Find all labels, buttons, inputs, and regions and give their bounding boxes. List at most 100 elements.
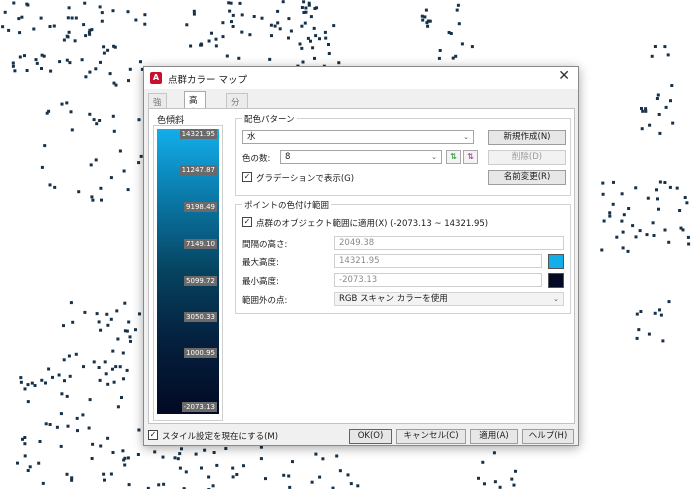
point-cloud-dot	[127, 79, 130, 83]
apply-button[interactable]: 適用(A)	[470, 429, 518, 444]
point-cloud-dot	[184, 470, 188, 474]
ramp-tick-label: 7149.10	[184, 239, 217, 249]
swap-colors-icon[interactable]: ⇅	[463, 150, 478, 164]
point-cloud-dot	[125, 329, 129, 333]
point-cloud-dot	[114, 83, 118, 87]
help-button[interactable]: ヘルプ(H)	[522, 429, 574, 444]
elevation-pane: 色傾斜 14321.95 11247.87 9198.49 7149.10 50…	[148, 108, 575, 424]
delete-scheme-button[interactable]: 削除(D)	[488, 150, 566, 165]
point-cloud-dot	[282, 473, 286, 477]
point-cloud-dot	[456, 3, 460, 7]
point-cloud-dot	[650, 54, 654, 58]
max-elevation-input[interactable]: 14321.95	[334, 254, 542, 268]
point-cloud-dot	[137, 118, 141, 122]
point-cloud-dot	[1, 25, 5, 29]
point-cloud-dot	[288, 485, 292, 489]
outside-range-select[interactable]: RGB スキャン カラーを使用 ⌄	[334, 292, 564, 306]
point-cloud-dot	[686, 235, 690, 239]
chevron-down-icon: ⌄	[463, 133, 469, 141]
point-cloud-dot	[626, 249, 630, 253]
point-cloud-dot	[483, 482, 486, 486]
point-cloud-dot	[327, 52, 331, 55]
point-cloud-dot	[48, 183, 52, 187]
point-cloud-dot	[657, 207, 660, 211]
min-color-swatch[interactable]	[548, 273, 564, 288]
point-cloud-dot	[421, 18, 425, 22]
point-cloud-dot	[447, 31, 451, 34]
scheme-group: 配色パターン 水 ⌄ 新規作成(N) 色の数: 8 ⌄ ⇅ ⇅ 削除(D) ✓ …	[235, 113, 571, 196]
point-cloud-dot	[639, 310, 643, 313]
point-cloud-dot	[276, 9, 280, 13]
point-cloud-dot	[303, 21, 307, 25]
point-cloud-dot	[104, 372, 108, 376]
set-current-style-checkbox[interactable]: ✓	[148, 430, 158, 440]
point-cloud-dot	[82, 365, 85, 369]
point-cloud-dot	[65, 101, 69, 105]
point-cloud-dot	[99, 186, 103, 190]
point-cloud-dot	[114, 365, 118, 369]
point-cloud-dot	[306, 36, 310, 40]
point-cloud-dot	[321, 457, 325, 461]
min-elevation-input[interactable]: -2073.13	[334, 273, 542, 287]
point-cloud-dot	[228, 9, 232, 13]
point-cloud-dot	[26, 383, 30, 387]
point-cloud-dot	[88, 32, 92, 36]
point-cloud-dot	[98, 378, 102, 382]
point-cloud-dot	[82, 23, 86, 27]
point-cloud-dot	[123, 463, 127, 467]
point-cloud-dot	[74, 16, 78, 20]
point-cloud-dot	[335, 454, 339, 458]
point-cloud-dot	[259, 445, 263, 449]
point-cloud-dot	[26, 469, 30, 472]
scheme-pattern-value: 水	[247, 132, 256, 142]
point-cloud-dot	[180, 447, 183, 451]
ramp-tick-label: 1000.95	[184, 348, 217, 358]
point-cloud-dot	[99, 328, 103, 332]
close-icon[interactable]: ✕	[558, 68, 570, 84]
point-cloud-dot	[644, 109, 648, 113]
point-cloud-dot	[314, 452, 318, 456]
color-count-select[interactable]: 8 ⌄	[280, 150, 442, 164]
point-cloud-dot	[203, 448, 207, 452]
point-cloud-dot	[134, 18, 138, 22]
point-cloud-dot	[57, 373, 61, 377]
tab-intensity[interactable]: 強度(I)	[148, 93, 168, 130]
gradient-checkbox[interactable]: ✓	[242, 172, 252, 182]
point-cloud-dot	[661, 339, 665, 343]
point-cloud-dot	[153, 450, 157, 454]
gradient-label: グラデーションで表示(G)	[256, 174, 355, 184]
point-cloud-dot	[302, 11, 306, 14]
max-color-swatch[interactable]	[548, 254, 564, 269]
point-cloud-dot	[189, 44, 193, 48]
color-count-label: 色の数:	[242, 154, 271, 164]
rename-scheme-button[interactable]: 名前変更(R)	[488, 170, 566, 185]
point-cloud-dot	[121, 449, 125, 453]
point-cloud-dot	[97, 320, 101, 324]
interval-input[interactable]: 2049.38	[334, 236, 564, 250]
scheme-pattern-select[interactable]: 水 ⌄	[242, 130, 474, 144]
tab-classification[interactable]: 分類(F)	[226, 93, 248, 130]
reverse-colors-icon[interactable]: ⇅	[446, 150, 461, 164]
point-cloud-dot	[33, 384, 37, 387]
point-cloud-dot	[11, 61, 15, 65]
point-cloud-dot	[481, 460, 485, 464]
point-cloud-dot	[73, 39, 77, 43]
point-cloud-dot	[426, 24, 430, 28]
point-cloud-dot	[608, 211, 612, 215]
point-cloud-dot	[98, 5, 102, 9]
ok-button[interactable]: OK(O)	[349, 429, 392, 444]
apply-extents-checkbox[interactable]: ✓	[242, 217, 252, 227]
point-cloud-dot	[248, 33, 252, 37]
ramp-tick-label: 14321.95	[179, 129, 217, 139]
point-cloud-dot	[235, 473, 239, 476]
point-cloud-dot	[122, 458, 126, 462]
point-cloud-dot	[231, 475, 235, 479]
point-cloud-dot	[493, 480, 497, 484]
point-cloud-dot	[109, 317, 113, 321]
point-cloud-dot	[66, 424, 70, 428]
point-cloud-dot	[102, 472, 106, 476]
new-scheme-button[interactable]: 新規作成(N)	[488, 130, 566, 145]
point-cloud-dot	[656, 197, 659, 201]
cancel-button[interactable]: キャンセル(C)	[396, 429, 466, 444]
point-cloud-dot	[287, 36, 290, 40]
